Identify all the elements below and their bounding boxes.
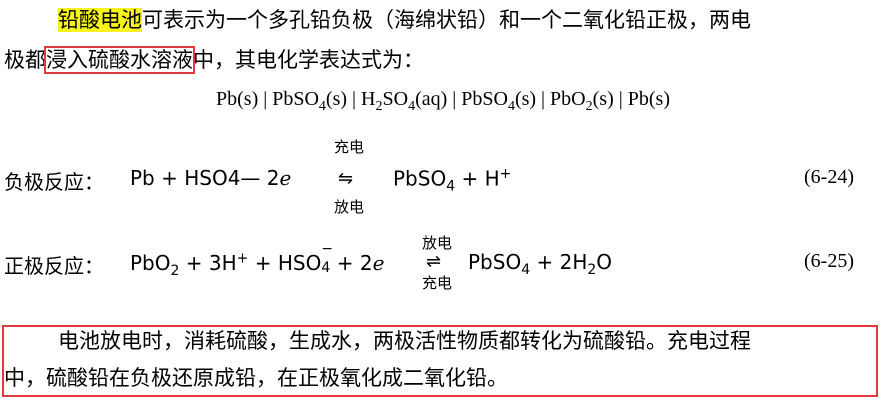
intro-line-1: 铅酸电池可表示为一个多孔铅负极（海绵状铅）和一个二氧化铅正极，两电 xyxy=(58,2,751,38)
intro-text: 可表示为一个多孔铅负极（海绵状铅）和一个二氧化铅正极，两电 xyxy=(142,8,751,32)
eq-negative-discharge: 放电 xyxy=(334,198,365,216)
eq-positive-label: 正极反应： xyxy=(4,254,104,278)
eq-negative-charge: 充电 xyxy=(334,138,365,156)
highlighted-term: 铅酸电池 xyxy=(58,8,142,32)
eq-positive-number: (6-25) xyxy=(804,250,854,272)
equilibrium-arrow-icon: ⇌ xyxy=(426,251,442,272)
eq-negative-label: 负极反应： xyxy=(4,170,104,194)
equilibrium-arrow-icon: ⇋ xyxy=(338,168,354,189)
eq-negative-lhs: Pb + HSO4— 2e xyxy=(130,166,292,190)
boxed-phrase: 浸入硫酸水溶液 xyxy=(44,46,195,74)
cell-notation: Pb(s) | PbSO4(s) | H2SO4(aq) | PbSO4(s) … xyxy=(216,88,670,114)
eq-positive-rhs: PbSO4 + 2H2O xyxy=(468,250,613,278)
eq-positive-discharge: 放电 xyxy=(422,234,453,252)
document-page: { "intro": { "highlight": "铅酸电池", "line1… xyxy=(0,0,887,404)
intro-text: 极都 xyxy=(4,48,46,72)
eq-negative-rhs: PbSO4 + H+ xyxy=(393,166,512,195)
summary-line-2: 中，硫酸铅在负极还原成铅，在正极氧化成二氧化铅。 xyxy=(4,366,508,390)
intro-text: 中，其电化学表达式为： xyxy=(193,48,424,72)
eq-positive-lhs: PbO2 + 3H+ + HSO −4 + 2e xyxy=(130,241,385,279)
eq-positive-charge: 充电 xyxy=(422,274,453,292)
summary-line-1: 电池放电时，消耗硫酸，生成水，两极活性物质都转化为硫酸铅。充电过程 xyxy=(58,329,751,353)
intro-line-2: 极都浸入硫酸水溶液中，其电化学表达式为： xyxy=(4,42,424,78)
eq-negative-number: (6-24) xyxy=(804,166,854,188)
